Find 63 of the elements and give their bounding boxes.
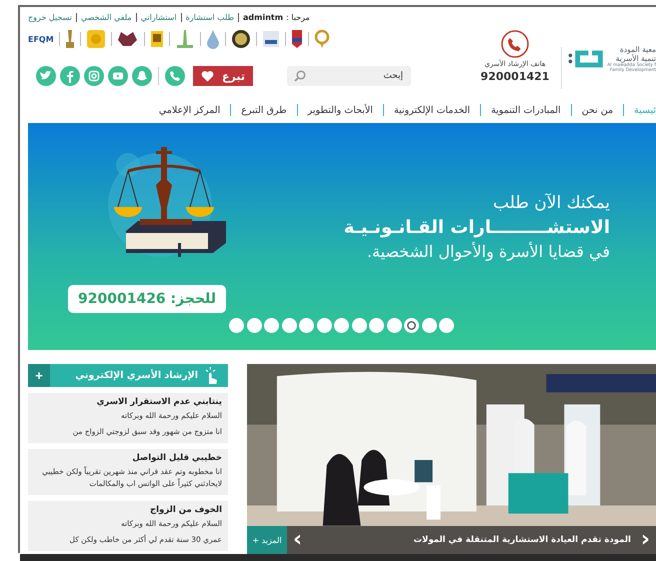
nav-item[interactable]: المبادرات التنموية xyxy=(491,104,561,116)
twitter-icon[interactable] xyxy=(36,66,56,86)
heart-icon xyxy=(201,70,214,82)
award-badge-icon xyxy=(290,29,303,49)
slide-dot[interactable] xyxy=(264,318,279,333)
hotline-number: 920001421 xyxy=(480,70,550,82)
panel-title: الإرشاد الأسري الإلكتروني xyxy=(74,370,198,381)
previous-button[interactable]: ‹ xyxy=(287,529,308,551)
slide-dot[interactable] xyxy=(439,318,454,333)
booking-phone-label: للحجز: 920001426 xyxy=(68,285,226,313)
ring-icon xyxy=(314,29,330,49)
news-caption: المودة تقدم العيادة الاستشارية المتنقلة في المولات xyxy=(412,535,632,545)
account-link[interactable]: ملفي الشخصي xyxy=(80,13,132,22)
slide-dot[interactable] xyxy=(404,318,419,333)
scrollbar[interactable] xyxy=(20,554,656,561)
account-link[interactable]: طلب استشارة xyxy=(186,13,234,22)
phone-icon xyxy=(501,30,529,58)
phone-icon[interactable] xyxy=(165,66,185,86)
slide-dot[interactable] xyxy=(334,318,349,333)
award-card-icon xyxy=(150,30,164,48)
slide-dot[interactable] xyxy=(299,318,314,333)
consultation-title: ينتابني عدم الاستقرار الاسري xyxy=(96,397,222,407)
consultation-title: خطيبي قليل التواصل xyxy=(131,452,222,462)
donate-button[interactable]: تبرع xyxy=(193,66,253,86)
trophy-icon xyxy=(64,29,75,49)
snapchat-icon[interactable] xyxy=(132,66,152,86)
account-link[interactable]: تسجيل خروج xyxy=(28,13,72,22)
username-text: admintm xyxy=(243,13,284,22)
account-link[interactable]: استشاراتي xyxy=(140,13,177,22)
nav-item[interactable]: الأبحاث والتطوير xyxy=(308,104,373,116)
award-badge-icon xyxy=(86,29,106,49)
slide-dot[interactable] xyxy=(422,318,436,333)
slide-dot[interactable] xyxy=(229,318,244,333)
banner-subtitle: في قضايا الأسرة والأحوال الشخصية. xyxy=(366,242,610,260)
nav-item[interactable]: المركز الإعلامي xyxy=(158,104,220,116)
next-button[interactable]: › xyxy=(634,529,656,551)
award-card-icon xyxy=(262,30,280,48)
search-field[interactable]: إبحث xyxy=(287,66,411,86)
more-button[interactable]: + المزيد xyxy=(247,526,287,554)
banner-heading: يمكنك الآن طلب xyxy=(493,192,610,212)
efqm-logo: EFQM xyxy=(28,34,54,44)
nav-item[interactable]: من نحن xyxy=(582,104,614,116)
slide-dot[interactable] xyxy=(352,318,366,333)
emblem-icon xyxy=(230,29,251,49)
search-icon xyxy=(294,70,306,82)
nav-item[interactable]: طرق التبرع xyxy=(241,104,287,116)
banner-heading: الاستشـــــــــارات القـانـونـيـة xyxy=(344,216,610,238)
youtube-icon[interactable] xyxy=(108,66,128,86)
award-stamp-icon xyxy=(116,30,139,48)
touch-hand-icon xyxy=(204,366,218,384)
slide-dot[interactable] xyxy=(369,318,384,333)
instagram-icon[interactable] xyxy=(84,66,104,86)
nav-item[interactable]: الخدمات الإلكترونية xyxy=(394,104,470,116)
facebook-icon[interactable] xyxy=(60,66,80,86)
drop-icon xyxy=(206,29,220,49)
tower-icon xyxy=(174,29,195,49)
slide-dot[interactable] xyxy=(282,318,296,333)
add-button[interactable]: + xyxy=(28,364,50,387)
slide-dot[interactable] xyxy=(316,318,332,333)
greeting-text: مرحبا : xyxy=(286,13,310,22)
consultation-title: الخوف من الزواج xyxy=(149,505,222,515)
slide-dot[interactable] xyxy=(386,318,402,333)
slide-dot[interactable] xyxy=(246,318,262,333)
